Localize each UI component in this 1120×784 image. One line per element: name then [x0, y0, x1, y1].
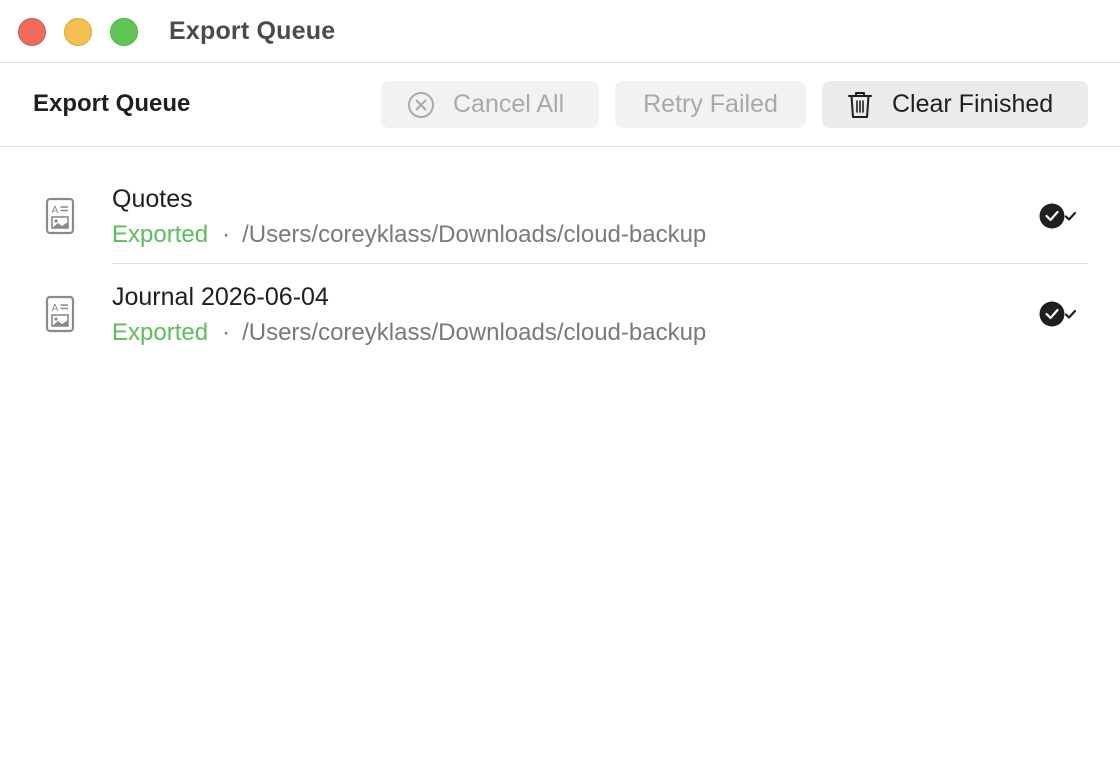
clear-finished-label: Clear Finished	[892, 90, 1054, 118]
queue-item-path: /Users/coreyklass/Downloads/cloud-backup	[242, 221, 707, 248]
toolbar: Export Queue Cancel All Retry Failed Cle…	[0, 63, 1120, 147]
svg-text:A: A	[52, 303, 59, 314]
toolbar-title: Export Queue	[33, 90, 191, 117]
maximize-window-button[interactable]	[110, 18, 138, 46]
queue-item-name: Quotes	[112, 185, 193, 213]
export-queue-window: Export Queue Export Queue Cancel All Ret…	[0, 0, 1120, 784]
queue-item[interactable]: A Quotes Exported · /Users/coreyklass/Down…	[0, 147, 1120, 248]
done-check-icon	[1039, 203, 1079, 229]
cancel-all-button[interactable]: Cancel All	[381, 81, 599, 128]
done-check-icon	[1039, 301, 1079, 327]
queue-item-meta: Exported · /Users/coreyklass/Downloads/clo…	[112, 319, 706, 347]
minimize-window-button[interactable]	[64, 18, 92, 46]
queue-item-status: Exported	[112, 319, 209, 346]
svg-text:A: A	[52, 205, 59, 216]
cancel-all-label: Cancel All	[453, 90, 565, 118]
queue-item[interactable]: A Journal 2026-06-04 Exported · /Users/cor…	[0, 245, 1120, 346]
x-circle-icon	[407, 91, 435, 119]
trash-icon	[846, 90, 874, 120]
retry-failed-button[interactable]: Retry Failed	[615, 81, 806, 128]
close-window-button[interactable]	[18, 18, 46, 46]
title-bar: Export Queue	[0, 0, 1120, 63]
queue-item-name: Journal 2026-06-04	[112, 283, 329, 311]
clear-finished-button[interactable]: Clear Finished	[822, 81, 1088, 128]
queue-item-path: /Users/coreyklass/Downloads/cloud-backup	[242, 319, 707, 346]
queue-item-status: Exported	[112, 221, 209, 248]
retry-failed-label: Retry Failed	[643, 90, 778, 118]
window-title: Export Queue	[169, 17, 336, 45]
document-icon: A	[44, 197, 76, 235]
meta-separator: ·	[222, 319, 231, 346]
meta-separator: ·	[222, 221, 231, 248]
document-icon: A	[44, 295, 76, 333]
